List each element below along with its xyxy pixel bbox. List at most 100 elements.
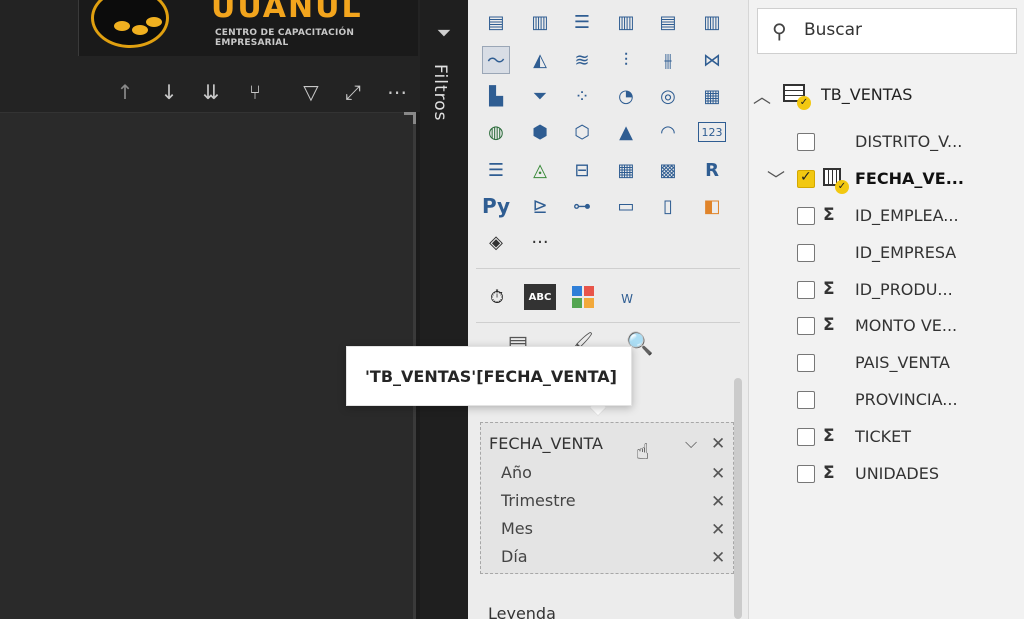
azure-map-icon[interactable]: ▲: [612, 118, 640, 146]
word-visual-icon[interactable]: W: [612, 284, 642, 314]
axis-field-well[interactable]: FECHA_VENTA ⌵ ✕ Año ✕ Trimestre ✕ Mes ✕ …: [480, 422, 734, 574]
field-checkbox[interactable]: [797, 244, 815, 262]
field-name[interactable]: ID_PRODU...: [855, 280, 953, 299]
remove-level-icon[interactable]: ✕: [711, 465, 725, 483]
search-box[interactable]: ⚲: [757, 8, 1017, 54]
more-visuals-icon[interactable]: ···: [526, 228, 554, 256]
remove-level-icon[interactable]: ✕: [711, 493, 725, 511]
pane-scrollbar[interactable]: [734, 378, 742, 619]
filters-label[interactable]: Filtros: [430, 64, 450, 122]
field-checkbox[interactable]: [797, 391, 815, 409]
field-row[interactable]: Σ UNIDADES: [749, 459, 1024, 489]
field-checkbox-checked[interactable]: [797, 169, 815, 188]
chevron-down-icon[interactable]: ⌵: [685, 433, 697, 453]
pie-chart-icon[interactable]: ◔: [612, 82, 640, 110]
python-visual-icon[interactable]: Py: [482, 192, 510, 220]
focus-mode-icon[interactable]: ⤢: [340, 80, 366, 104]
area-chart-icon[interactable]: ◭: [526, 46, 554, 74]
field-name[interactable]: ID_EMPRESA: [855, 243, 956, 262]
field-checkbox[interactable]: [797, 354, 815, 372]
field-checkbox[interactable]: [797, 428, 815, 446]
paginated-report-icon[interactable]: ◧: [698, 192, 726, 220]
r-script-visual-icon[interactable]: R: [698, 156, 726, 184]
double-arrow-down-icon[interactable]: ⇊: [198, 80, 224, 104]
stopwatch-icon[interactable]: ⏱: [482, 282, 512, 312]
smart-narrative-icon[interactable]: ▯: [654, 192, 682, 220]
decomposition-tree-icon[interactable]: ⊶: [568, 192, 596, 220]
remove-field-icon[interactable]: ✕: [711, 435, 725, 453]
treemap-icon[interactable]: ▦: [698, 82, 726, 110]
field-name[interactable]: ID_EMPLEA...: [855, 206, 959, 225]
field-name[interactable]: UNIDADES: [855, 464, 939, 483]
field-row[interactable]: PROVINCIA...: [749, 385, 1024, 415]
arrow-up-icon[interactable]: ↑: [112, 80, 138, 104]
stacked-column-chart-icon[interactable]: ▥: [526, 8, 554, 36]
hierarchy-level-year[interactable]: Año: [501, 463, 532, 482]
matrix-icon[interactable]: ▩: [654, 156, 682, 184]
gauge-icon[interactable]: ◠: [654, 118, 682, 146]
more-options-icon[interactable]: ⋯: [384, 80, 410, 104]
field-name[interactable]: PAIS_VENTA: [855, 353, 950, 372]
line-chart-icon[interactable]: 〜: [482, 46, 510, 74]
100-stacked-column-icon[interactable]: ▥: [698, 8, 726, 36]
chevron-down-icon[interactable]: ﹀: [767, 166, 785, 192]
field-name[interactable]: FECHA_VE...: [855, 169, 964, 188]
filter-icon[interactable]: ▽: [298, 80, 324, 104]
field-checkbox[interactable]: [797, 317, 815, 335]
field-checkbox[interactable]: [797, 465, 815, 483]
hierarchy-level-day[interactable]: Día: [501, 547, 528, 566]
table-name[interactable]: TB_VENTAS: [821, 85, 912, 104]
line-stacked-column-icon[interactable]: ⫵: [654, 46, 682, 74]
multi-row-card-icon[interactable]: ☰: [482, 156, 510, 184]
100-stacked-bar-icon[interactable]: ▤: [654, 8, 682, 36]
slicer-icon[interactable]: ⊟: [568, 156, 596, 184]
stacked-area-chart-icon[interactable]: ≋: [568, 46, 596, 74]
arrow-down-icon[interactable]: ↓: [156, 80, 182, 104]
field-row[interactable]: Σ TICKET: [749, 422, 1024, 452]
field-name[interactable]: MONTO VE...: [855, 316, 957, 335]
filters-pane-collapsed[interactable]: ⏷ Filtros: [420, 0, 468, 619]
resize-handle[interactable]: [404, 112, 416, 124]
remove-level-icon[interactable]: ✕: [711, 549, 725, 567]
field-row[interactable]: DISTRITO_V...: [749, 127, 1024, 157]
field-checkbox[interactable]: [797, 281, 815, 299]
card-icon[interactable]: 123: [698, 122, 726, 142]
field-name[interactable]: PROVINCIA...: [855, 390, 958, 409]
hierarchy-level-quarter[interactable]: Trimestre: [501, 491, 576, 510]
search-input[interactable]: [804, 20, 1004, 40]
donut-chart-icon[interactable]: ◎: [654, 82, 682, 110]
chevron-up-icon[interactable]: ︿: [753, 83, 771, 109]
key-influencers-icon[interactable]: ⊵: [526, 192, 554, 220]
line-clustered-column-icon[interactable]: ⫶: [612, 46, 640, 74]
shape-map-icon[interactable]: ⬡: [568, 118, 596, 146]
field-row[interactable]: Σ ID_EMPLEA...: [749, 201, 1024, 231]
field-row[interactable]: ID_EMPRESA: [749, 238, 1024, 268]
well-field-name[interactable]: FECHA_VENTA: [489, 434, 603, 453]
field-name[interactable]: DISTRITO_V...: [855, 132, 962, 151]
waterfall-chart-icon[interactable]: ▙: [482, 82, 510, 110]
table-node[interactable]: ︿ ✓ TB_VENTAS: [749, 80, 1024, 110]
field-row[interactable]: ﹀ ✓ FECHA_VE...: [749, 164, 1024, 194]
stacked-bar-chart-icon[interactable]: ▤: [482, 8, 510, 36]
kpi-icon[interactable]: ◬: [526, 156, 554, 184]
hierarchy-level-month[interactable]: Mes: [501, 519, 533, 538]
field-checkbox[interactable]: [797, 133, 815, 151]
qa-visual-icon[interactable]: ▭: [612, 192, 640, 220]
clustered-bar-chart-icon[interactable]: ☰: [568, 8, 596, 36]
ribbon-chart-icon[interactable]: ⋈: [698, 46, 726, 74]
map-icon[interactable]: ◍: [482, 118, 510, 146]
filter-funnel-icon[interactable]: ⏷: [434, 24, 454, 44]
clustered-column-chart-icon[interactable]: ▥: [612, 8, 640, 36]
power-apps-icon[interactable]: ◈: [482, 228, 510, 256]
field-row[interactable]: PAIS_VENTA: [749, 348, 1024, 378]
abc-visual-icon[interactable]: ABC: [524, 284, 556, 310]
scatter-chart-icon[interactable]: ⁘: [568, 82, 596, 110]
well-field-header[interactable]: FECHA_VENTA ⌵ ✕: [481, 431, 733, 457]
tiles-visual-icon[interactable]: [568, 282, 598, 312]
expand-hierarchy-icon[interactable]: ⑂: [242, 80, 268, 104]
field-name[interactable]: TICKET: [855, 427, 911, 446]
filled-map-icon[interactable]: ⬢: [526, 118, 554, 146]
remove-level-icon[interactable]: ✕: [711, 521, 725, 539]
funnel-chart-icon[interactable]: ⏷: [526, 82, 554, 110]
field-row[interactable]: Σ MONTO VE...: [749, 311, 1024, 341]
